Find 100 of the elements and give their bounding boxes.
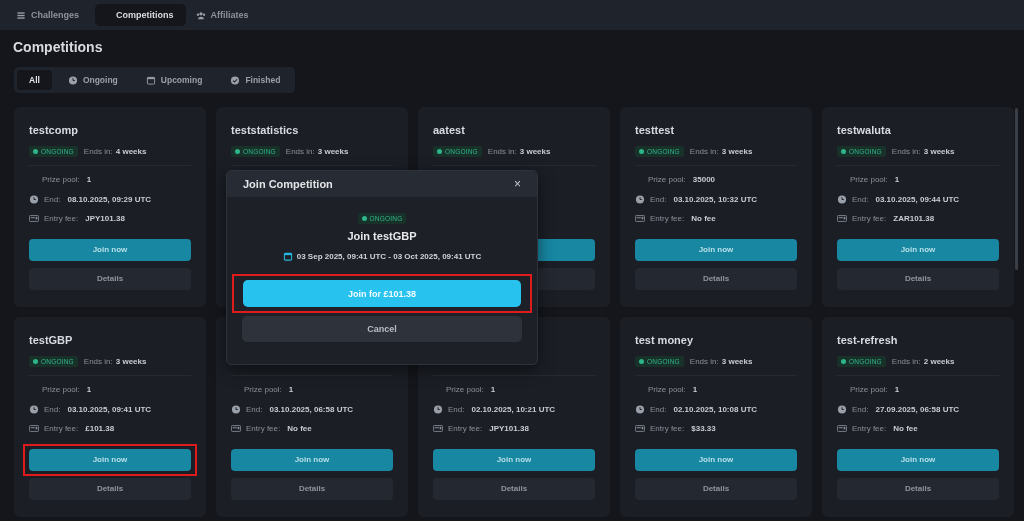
- prize-label: Prize pool:: [244, 385, 282, 395]
- prize-label: Prize pool:: [648, 385, 686, 395]
- card-title: testtest: [635, 124, 675, 136]
- details-button[interactable]: Details: [29, 267, 191, 290]
- close-button[interactable]: ×: [514, 177, 521, 191]
- details-button[interactable]: Details: [837, 267, 999, 290]
- people-icon: [195, 10, 206, 20]
- prize-value: 1: [86, 175, 92, 185]
- fee-value: No fee: [287, 424, 312, 434]
- ends-in-value: 3 weeks: [519, 146, 551, 156]
- end-value: 03.10.2025, 06:58 UTC: [269, 404, 354, 414]
- end-label: End:: [448, 404, 465, 414]
- dialog-title: Join Competition: [243, 178, 333, 190]
- fee-label: Entry fee:: [44, 424, 79, 434]
- details-button[interactable]: Details: [635, 477, 797, 500]
- prize-label: Prize pool:: [648, 175, 686, 185]
- filter-tab[interactable]: Upcoming: [133, 70, 215, 90]
- prize-value: 1: [894, 385, 900, 395]
- ends-in-value: 2 weeks: [923, 356, 955, 366]
- ends-in-value: 4 weeks: [115, 146, 147, 156]
- end-label: End:: [650, 194, 667, 204]
- end-value: 03.10.2025, 09:44 UTC: [875, 194, 960, 204]
- filter-tab[interactable]: Ongoing: [55, 70, 130, 90]
- clock-icon: [837, 194, 847, 204]
- join-button[interactable]: Join now: [635, 448, 797, 471]
- card-title: aatest: [433, 124, 465, 136]
- details-button[interactable]: Details: [635, 267, 797, 290]
- details-button[interactable]: Details: [29, 477, 191, 500]
- end-value: 02.10.2025, 10:21 UTC: [471, 404, 556, 414]
- date-range: 03 Sep 2025, 09:41 UTC - 03 Oct 2025, 09:41 UTC: [296, 252, 482, 261]
- join-button[interactable]: Join now: [635, 238, 797, 261]
- clock-icon: [29, 404, 39, 414]
- join-button[interactable]: Join now: [837, 238, 999, 261]
- nav-tab[interactable]: Challenges: [12, 4, 89, 26]
- fee-value: No fee: [691, 214, 716, 224]
- end-label: End:: [852, 404, 869, 414]
- prize-label: Prize pool:: [850, 385, 888, 395]
- ends-in-value: 3 weeks: [721, 146, 753, 156]
- end-value: 08.10.2025, 09:29 UTC: [67, 194, 152, 204]
- join-button[interactable]: Join now: [433, 448, 595, 471]
- details-button[interactable]: Details: [837, 477, 999, 500]
- prize-value: 1: [894, 175, 900, 185]
- ends-in-label: Ends in:: [487, 146, 517, 156]
- page-heading: Competitions: [12, 38, 104, 57]
- ends-in-value: 3 weeks: [317, 146, 349, 156]
- nav-tab[interactable]: Affiliates: [191, 4, 259, 26]
- join-button[interactable]: Join now: [837, 448, 999, 471]
- fee-value: JPY101.38: [85, 214, 125, 224]
- scrollbar[interactable]: [1015, 108, 1018, 270]
- filter-tab[interactable]: Finished: [218, 70, 293, 90]
- prize-value: 1: [490, 385, 496, 395]
- cancel-button[interactable]: Cancel: [242, 316, 522, 342]
- fee-label: Entry fee:: [650, 214, 685, 224]
- clock-icon: [29, 194, 39, 204]
- join-button[interactable]: Join now: [29, 448, 191, 471]
- ticket-icon: [635, 214, 645, 224]
- clock-icon: [433, 404, 443, 414]
- filter-tab[interactable]: All: [17, 70, 52, 90]
- end-value: 03.10.2025, 09:41 UTC: [67, 404, 152, 414]
- prize-label: Prize pool:: [42, 385, 80, 395]
- ends-in-label: Ends in:: [891, 146, 921, 156]
- ends-in-label: Ends in:: [83, 356, 113, 366]
- check-icon: [230, 75, 241, 85]
- ticket-icon: [433, 424, 443, 434]
- clock-icon: [837, 404, 847, 414]
- ends-in-value: 3 weeks: [923, 146, 955, 156]
- clock-icon: [231, 404, 241, 414]
- fee-label: Entry fee:: [852, 424, 887, 434]
- clock-icon: [67, 75, 78, 85]
- fee-label: Entry fee:: [650, 424, 685, 434]
- prize-value: 1: [86, 385, 92, 395]
- ends-in-label: Ends in:: [689, 356, 719, 366]
- fee-label: Entry fee:: [44, 214, 79, 224]
- dialog-heading: Join testGBP: [347, 230, 417, 242]
- clock-icon: [635, 404, 645, 414]
- nav-tab[interactable]: Competitions: [95, 4, 186, 26]
- fee-value: No fee: [893, 424, 918, 434]
- details-button[interactable]: Details: [231, 477, 393, 500]
- fee-label: Entry fee:: [852, 214, 887, 224]
- card-title: teststatistics: [231, 124, 299, 136]
- calendar-icon: [282, 252, 293, 261]
- ends-in-label: Ends in:: [891, 356, 921, 366]
- join-button[interactable]: Join now: [29, 238, 191, 261]
- card-title: testGBP: [29, 334, 73, 346]
- prize-label: Prize pool:: [850, 175, 888, 185]
- join-button[interactable]: Join now: [231, 448, 393, 471]
- fee-label: Entry fee:: [246, 424, 281, 434]
- end-label: End:: [852, 194, 869, 204]
- card-title: test money: [635, 334, 694, 346]
- ticket-icon: [29, 424, 39, 434]
- prize-value: 1: [288, 385, 294, 395]
- ends-in-label: Ends in:: [285, 146, 315, 156]
- fee-value: £101.38: [85, 424, 115, 434]
- fee-value: ZAR101.38: [893, 214, 935, 224]
- details-button[interactable]: Details: [433, 477, 595, 500]
- ticket-icon: [635, 424, 645, 434]
- ends-in-label: Ends in:: [83, 146, 113, 156]
- fee-value: JPY101.38: [489, 424, 529, 434]
- ticket-icon: [231, 424, 241, 434]
- card-title: testwaluta: [837, 124, 891, 136]
